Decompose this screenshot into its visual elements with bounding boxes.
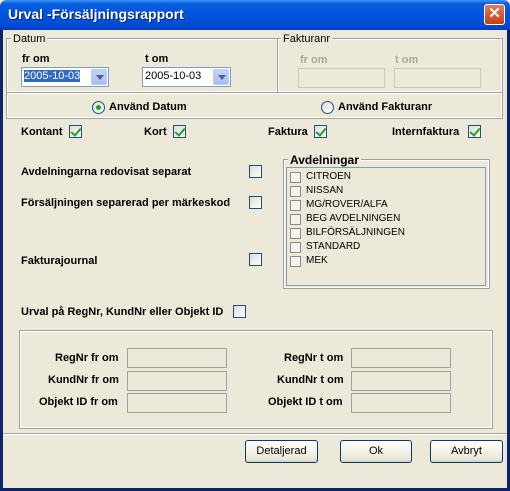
fakturanr-to-field[interactable] <box>394 68 481 88</box>
datum-from-value: 2005-10-03 <box>24 70 81 82</box>
avdelningar-separat-checkbox[interactable] <box>249 165 262 178</box>
objekt-from-label: Objekt ID fr om <box>39 396 118 408</box>
fakturajournal-checkbox[interactable] <box>249 253 262 266</box>
datum-to-label: t om <box>145 53 169 65</box>
list-item-label: STANDARD <box>306 241 361 252</box>
kort-label: Kort <box>144 126 167 138</box>
detaljerad-button[interactable]: Detaljerad <box>245 440 318 463</box>
kundnr-from-label: KundNr fr om <box>48 374 119 386</box>
avdelningar-separat-label: Avdelningarna redovisat separat <box>21 166 192 178</box>
datum-from-label: fr om <box>22 53 50 65</box>
regnr-from-field[interactable] <box>127 348 227 368</box>
urval-regnr-label: Urval på RegNr, KundNr eller Objekt ID <box>21 306 224 318</box>
chevron-down-icon[interactable] <box>213 69 229 85</box>
list-item-label: NISSAN <box>306 185 344 196</box>
list-item-label: MG/ROVER/ALFA <box>306 199 388 210</box>
footer-separator <box>3 433 507 435</box>
fakturanr-from-field[interactable] <box>298 68 385 88</box>
internfaktura-label: Internfaktura <box>392 126 460 138</box>
kort-checkbox[interactable] <box>173 125 186 138</box>
close-button[interactable]: ✕ <box>484 4 505 25</box>
datum-legend: Datum <box>11 33 48 45</box>
fakturajournal-label: Fakturajournal <box>21 255 98 267</box>
item-checkbox[interactable] <box>290 186 301 197</box>
use-datum-label[interactable]: Använd Datum <box>109 101 187 113</box>
window-title: Urval -Försäljningsrapport <box>8 6 184 22</box>
kontant-checkbox[interactable] <box>69 125 82 138</box>
list-item-label: CITROEN <box>306 171 351 182</box>
ok-button[interactable]: Ok <box>340 440 412 463</box>
item-checkbox[interactable] <box>290 172 301 183</box>
datum-to-value: 2005-10-03 <box>145 70 202 82</box>
list-item-label: BILFÖRSÄLJNINGEN <box>306 227 405 238</box>
chevron-down-icon[interactable] <box>91 69 107 85</box>
list-item-label: BEG AVDELNINGEN <box>306 213 401 224</box>
dialog-body: Datum fr om t om 2005-10-03 2005-10-03 F… <box>3 30 507 488</box>
item-checkbox[interactable] <box>290 242 301 253</box>
use-fakturanr-label[interactable]: Använd Fakturanr <box>338 101 432 113</box>
objekt-to-label: Objekt ID t om <box>268 396 343 408</box>
objekt-to-field[interactable] <box>351 393 451 413</box>
regnr-to-label: RegNr t om <box>284 352 344 364</box>
internfaktura-checkbox[interactable] <box>468 125 481 138</box>
kontant-label: Kontant <box>21 126 63 138</box>
fakturanr-from-label: fr om <box>300 54 328 66</box>
item-checkbox[interactable] <box>290 256 301 267</box>
title-bar[interactable]: Urval -Försäljningsrapport ✕ <box>0 0 510 30</box>
markeskod-checkbox[interactable] <box>249 196 262 209</box>
item-checkbox[interactable] <box>290 228 301 239</box>
objekt-from-field[interactable] <box>127 393 227 413</box>
regnr-from-label: RegNr fr om <box>55 352 119 364</box>
avdelningar-legend: Avdelningar <box>288 153 361 167</box>
datum-from-combo[interactable]: 2005-10-03 <box>21 67 109 87</box>
faktura-checkbox[interactable] <box>314 125 327 138</box>
kundnr-from-field[interactable] <box>127 371 227 391</box>
item-checkbox[interactable] <box>290 200 301 211</box>
avdelningar-listbox[interactable]: CITROEN NISSAN MG/ROVER/ALFA BEG AVDELNI… <box>286 167 486 286</box>
kundnr-to-field[interactable] <box>351 371 451 391</box>
item-checkbox[interactable] <box>290 214 301 225</box>
use-fakturanr-radio[interactable] <box>321 101 334 114</box>
regnr-to-field[interactable] <box>351 348 451 368</box>
avbryt-button[interactable]: Avbryt <box>430 440 503 463</box>
datum-to-combo[interactable]: 2005-10-03 <box>142 67 231 87</box>
list-item-label: MEK <box>306 255 328 266</box>
fakturanr-to-label: t om <box>395 54 419 66</box>
faktura-label: Faktura <box>268 126 308 138</box>
kundnr-to-label: KundNr t om <box>277 374 344 386</box>
fakturanr-legend: Fakturanr <box>281 33 333 45</box>
dialog-window: Urval -Försäljningsrapport ✕ Datum fr om… <box>0 0 510 491</box>
use-datum-radio[interactable] <box>92 101 105 114</box>
markeskod-label: Försäljningen separerad per märkeskod <box>21 197 231 209</box>
urval-regnr-checkbox[interactable] <box>233 305 246 318</box>
